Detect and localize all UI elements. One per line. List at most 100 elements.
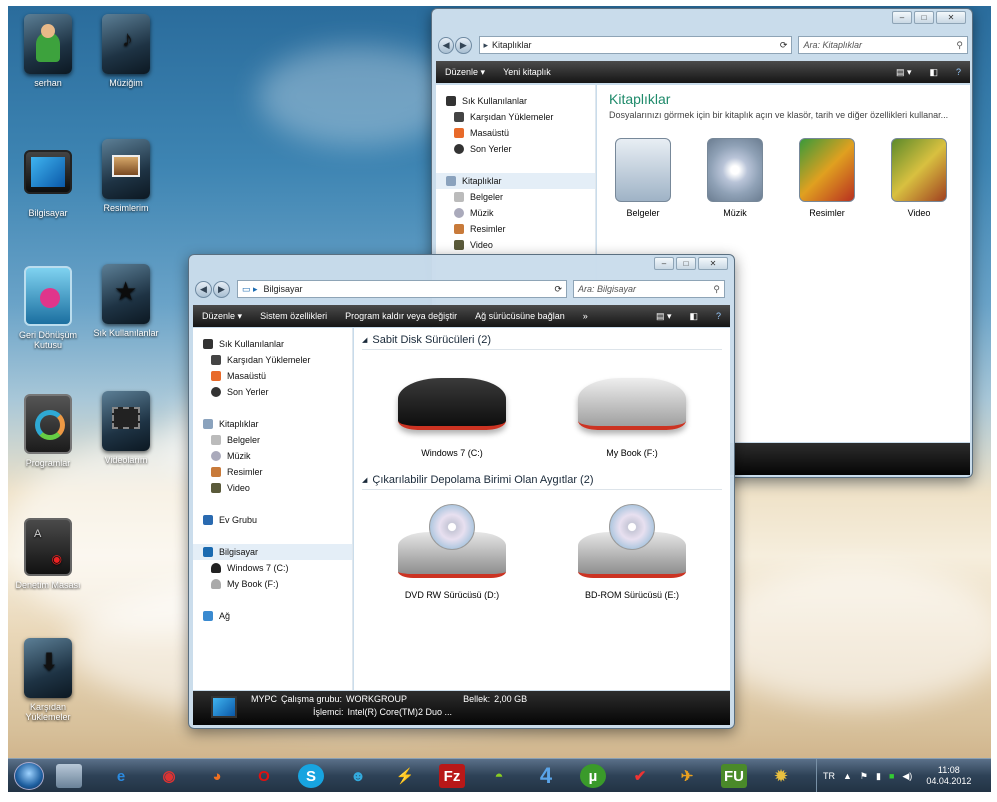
preview-pane-icon[interactable]: ◧ <box>920 67 947 78</box>
desktop-icon-user[interactable]: serhan <box>8 14 88 88</box>
nav-libraries[interactable]: Kitaplıklar <box>203 416 352 432</box>
nav-desktop[interactable]: Masaüstü <box>446 125 595 141</box>
nav-computer[interactable]: Bilgisayar <box>193 544 352 560</box>
nav-music[interactable]: Müzik <box>446 205 595 221</box>
nav-pictures[interactable]: Resimler <box>203 464 352 480</box>
system-properties-button[interactable]: Sistem özellikleri <box>251 311 336 321</box>
minimize-icon[interactable]: – <box>654 257 674 270</box>
drive-tile-f[interactable]: My Book (F:) <box>562 378 702 458</box>
nav-recent[interactable]: Son Yerler <box>446 141 595 157</box>
desktop-icon-programs[interactable]: Programlar <box>8 394 88 468</box>
volume-icon[interactable]: ◀) <box>902 771 912 782</box>
desktop-icon-control-panel[interactable]: A ◉ Denetim Masası <box>8 518 88 590</box>
desktop-icon-pictures[interactable]: Resimlerim <box>86 139 166 213</box>
refresh-icon[interactable]: ⟳ <box>780 40 788 51</box>
help-icon[interactable]: ? <box>947 67 970 77</box>
organize-button[interactable]: Düzenle ▾ <box>436 67 494 78</box>
drive-tile-d[interactable]: DVD RW Sürücüsü (D:) <box>382 504 522 600</box>
show-hidden-icons-icon[interactable]: ▲ <box>843 771 852 781</box>
desktop-icon-computer[interactable]: Bilgisayar <box>8 144 88 218</box>
nav-network[interactable]: Ağ <box>203 608 352 624</box>
language-indicator[interactable]: TR <box>823 771 835 781</box>
messenger-icon[interactable]: ☻ <box>345 764 371 788</box>
recent-icon <box>454 144 464 154</box>
close-icon[interactable]: ✕ <box>936 11 966 24</box>
more-commands-button[interactable]: » <box>574 311 597 321</box>
computer-search-input[interactable]: Ara: Bilgisayar ⚲ <box>573 280 725 298</box>
libraries-search-input[interactable]: Ara: Kitaplıklar ⚲ <box>798 36 968 54</box>
battery-icon[interactable]: ■ <box>889 771 894 781</box>
back-icon[interactable]: ◀ <box>438 36 455 54</box>
nav-recent[interactable]: Son Yerler <box>203 384 352 400</box>
nav-drive-c[interactable]: Windows 7 (C:) <box>203 560 352 576</box>
desktop-icon-recycle-bin[interactable]: Geri Dönüşüm Kutusu <box>8 266 88 350</box>
utorrent-icon[interactable]: µ <box>580 764 606 788</box>
nav-downloads[interactable]: Karşıdan Yüklemeler <box>203 352 352 368</box>
nav-desktop[interactable]: Masaüstü <box>203 368 352 384</box>
network-tray-icon[interactable]: ▮ <box>876 771 881 782</box>
show-desktop-icon[interactable] <box>56 764 82 788</box>
checklist-icon[interactable]: ✔ <box>627 764 653 788</box>
nav-downloads[interactable]: Karşıdan Yüklemeler <box>446 109 595 125</box>
desktop-icon-videos[interactable]: Videolarım <box>86 391 166 465</box>
freedownload-icon[interactable]: FU <box>721 764 747 788</box>
forward-icon[interactable]: ▶ <box>455 36 472 54</box>
internet-explorer-icon[interactable]: e <box>108 764 134 788</box>
nav-drive-f[interactable]: My Book (F:) <box>203 576 352 592</box>
maximize-icon[interactable]: □ <box>914 11 934 24</box>
computer-address-field[interactable]: ▭ ▸ Bilgisayar ⟳ <box>237 280 567 298</box>
close-icon[interactable]: ✕ <box>698 257 728 270</box>
library-tile-music[interactable]: Müzik <box>707 138 763 218</box>
nav-video[interactable]: Video <box>446 237 595 253</box>
nav-favorites[interactable]: Sık Kullanılanlar <box>446 93 595 109</box>
maximize-icon[interactable]: □ <box>676 257 696 270</box>
back-icon[interactable]: ◀ <box>195 280 212 298</box>
library-tile-pictures[interactable]: Resimler <box>799 138 855 218</box>
chrome-icon[interactable]: ◉ <box>156 764 182 788</box>
start-button[interactable] <box>14 762 44 790</box>
desktop-icon-downloads[interactable]: ⬇ Karşıdan Yüklemeler <box>8 638 88 722</box>
forward-icon[interactable]: ▶ <box>213 280 230 298</box>
libraries-address-field[interactable]: ▸ Kitaplıklar ⟳ <box>478 36 793 54</box>
nav-docs[interactable]: Belgeler <box>203 432 352 448</box>
nav-music[interactable]: Müzik <box>203 448 352 464</box>
nav-video[interactable]: Video <box>203 480 352 496</box>
tool-icon[interactable]: ✈ <box>674 764 700 788</box>
map-network-drive-button[interactable]: Ağ sürücüsüne bağlan <box>466 311 574 321</box>
view-options-icon[interactable]: ▤ ▾ <box>647 311 681 322</box>
new-library-button[interactable]: Yeni kitaplık <box>494 67 560 77</box>
search-icon: ⚲ <box>713 283 720 294</box>
flag-icon[interactable]: ⚑ <box>860 771 868 782</box>
refresh-icon[interactable]: ⟳ <box>554 284 562 295</box>
nav-docs[interactable]: Belgeler <box>446 189 595 205</box>
app-4-icon[interactable]: 4 <box>533 763 559 788</box>
drive-tile-c[interactable]: Windows 7 (C:) <box>382 378 522 458</box>
organize-button[interactable]: Düzenle ▾ <box>193 311 251 322</box>
desktop-icon-music[interactable]: ♪ Müziğim <box>86 14 166 88</box>
library-tile-docs[interactable]: Belgeler <box>615 138 671 218</box>
preview-pane-icon[interactable]: ◧ <box>680 311 707 322</box>
firefox-icon[interactable]: ◕ <box>204 764 230 788</box>
filezilla-icon[interactable]: Fz <box>439 764 465 788</box>
uninstall-program-button[interactable]: Program kaldır veya değiştir <box>336 311 466 321</box>
nav-homegroup[interactable]: Ev Grubu <box>203 512 352 528</box>
hard-disk-group-header[interactable]: ◢ Sabit Disk Sürücüleri (2) <box>362 334 722 350</box>
removable-group-header[interactable]: ◢ Çıkarılabilir Depolama Birimi Olan Aygı… <box>362 474 722 490</box>
minimize-icon[interactable]: – <box>892 11 912 24</box>
winamp-icon[interactable]: ⚡ <box>392 764 418 788</box>
desktop-icon-favorites[interactable]: ★ Sık Kullanılanlar <box>86 264 166 338</box>
skype-icon[interactable]: S <box>298 764 324 788</box>
nav-libraries[interactable]: Kitaplıklar <box>436 173 595 189</box>
libraries-icon <box>203 419 213 429</box>
app-icon[interactable]: ◓ <box>486 764 512 788</box>
library-tile-video[interactable]: Video <box>891 138 947 218</box>
paint-icon[interactable]: ✹ <box>768 764 794 788</box>
view-options-icon[interactable]: ▤ ▾ <box>887 67 921 78</box>
nav-pictures[interactable]: Resimler <box>446 221 595 237</box>
help-icon[interactable]: ? <box>707 311 730 321</box>
opera-icon[interactable]: O <box>251 764 277 788</box>
star-icon <box>446 96 456 106</box>
drive-tile-e[interactable]: BD-ROM Sürücüsü (E:) <box>562 504 702 600</box>
nav-favorites[interactable]: Sık Kullanılanlar <box>203 336 352 352</box>
clock[interactable]: 11:08 04.04.2012 <box>926 765 971 787</box>
